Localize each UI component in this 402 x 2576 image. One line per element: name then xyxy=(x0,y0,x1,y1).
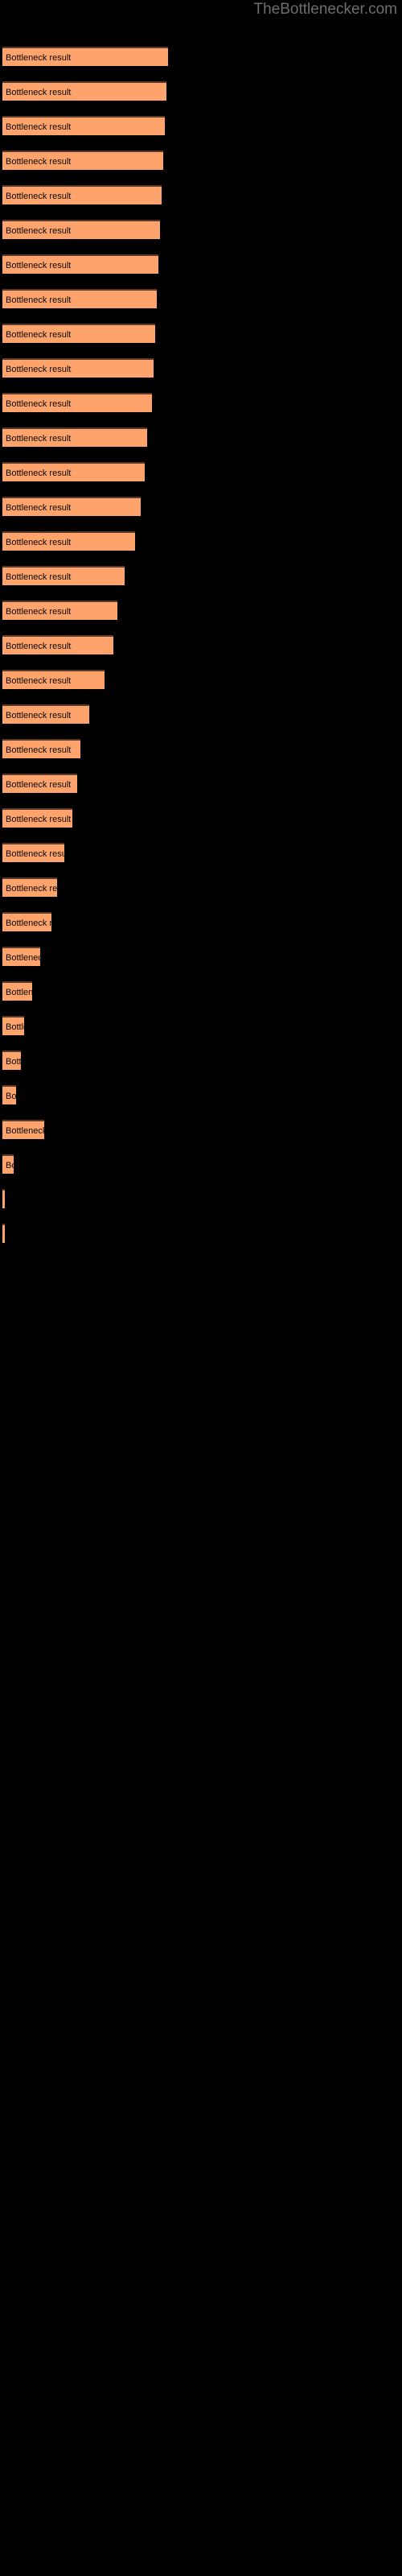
bar-label: Bottleneck result xyxy=(6,815,72,824)
bar-label: Bottleneck result xyxy=(6,157,72,167)
bar[interactable]: Bottleneck result xyxy=(2,47,168,66)
bar[interactable]: Bottleneck result xyxy=(2,1224,5,1243)
bar[interactable]: Bottleneck result xyxy=(2,635,113,654)
bar-label: Bottleneck result xyxy=(6,434,72,444)
bar[interactable]: Bottleneck result xyxy=(2,1016,24,1035)
bar[interactable]: Bottleneck result xyxy=(2,601,117,620)
bar[interactable]: Bottleneck result xyxy=(2,1154,14,1174)
bar-label: Bottleneck result xyxy=(6,607,72,617)
bar-label: Bottleneck result xyxy=(6,1161,14,1170)
bar[interactable]: Bottleneck result xyxy=(2,358,154,378)
bar-label: Bottleneck result xyxy=(6,572,72,582)
bar[interactable]: Bottleneck result xyxy=(2,808,72,828)
bottleneck-bar-chart: Bottleneck result Bottleneck result Bottle… xyxy=(0,0,402,2576)
bar-label: Bottleneck result xyxy=(6,538,72,547)
bar-label: Bottleneck result xyxy=(6,849,64,859)
bar[interactable]: Bottleneck result xyxy=(2,531,135,551)
bar-label: Bottleneck result xyxy=(6,399,72,409)
bar[interactable]: Bottleneck result xyxy=(2,427,147,447)
bar-label: Bottleneck result xyxy=(6,988,32,997)
bar[interactable]: Bottleneck result xyxy=(2,324,155,343)
bar[interactable]: Bottleneck result xyxy=(2,289,157,308)
bar[interactable]: Bottleneck result xyxy=(2,116,165,135)
bar[interactable]: Bottleneck result xyxy=(2,254,158,274)
bar[interactable]: Bottleneck result xyxy=(2,1085,16,1104)
bar-label: Bottleneck result xyxy=(6,1022,24,1032)
bar[interactable]: Bottleneck result xyxy=(2,81,166,101)
bar-label: Bottleneck result xyxy=(6,919,51,928)
bar[interactable]: Bottleneck result xyxy=(2,393,152,412)
bar[interactable]: Bottleneck result xyxy=(2,774,77,793)
bar[interactable]: Bottleneck result xyxy=(2,1189,5,1208)
bar[interactable]: Bottleneck result xyxy=(2,947,40,966)
bar-label: Bottleneck result xyxy=(6,469,72,478)
bar-label: Bottleneck result xyxy=(6,1092,16,1101)
bar-label: Bottleneck result xyxy=(6,53,72,63)
bar-label: Bottleneck result xyxy=(6,122,72,132)
bar[interactable]: Bottleneck result xyxy=(2,462,145,481)
bar-label: Bottleneck result xyxy=(6,884,57,894)
bar-label: Bottleneck result xyxy=(6,676,72,686)
bar-label: Bottleneck result xyxy=(6,261,72,270)
bar[interactable]: Bottleneck result xyxy=(2,220,160,239)
bar-label: Bottleneck result xyxy=(6,745,72,755)
bar[interactable]: Bottleneck result xyxy=(2,843,64,862)
bar[interactable]: Bottleneck result xyxy=(2,566,125,585)
bar-label: Bottleneck result xyxy=(6,1126,44,1136)
bar-label: Bottleneck result xyxy=(6,953,40,963)
bar[interactable]: Bottleneck result xyxy=(2,1051,21,1070)
bar-label: Bottleneck result xyxy=(6,192,72,201)
bar[interactable]: Bottleneck result xyxy=(2,877,57,897)
bar[interactable]: Bottleneck result xyxy=(2,151,163,170)
bar-label: Bottleneck result xyxy=(6,780,72,790)
bar-label: Bottleneck result xyxy=(6,365,72,374)
bar[interactable]: Bottleneck result xyxy=(2,1120,44,1139)
bar[interactable]: Bottleneck result xyxy=(2,912,51,931)
bar-label: Bottleneck result xyxy=(6,711,72,720)
bar[interactable]: Bottleneck result xyxy=(2,739,80,758)
bar[interactable]: Bottleneck result xyxy=(2,185,162,204)
bar-label: Bottleneck result xyxy=(6,503,72,513)
bar-label: Bottleneck result xyxy=(6,642,72,651)
bar[interactable]: Bottleneck result xyxy=(2,981,32,1001)
bar[interactable]: Bottleneck result xyxy=(2,670,105,689)
bar-label: Bottleneck result xyxy=(6,88,72,97)
bar[interactable]: Bottleneck result xyxy=(2,497,141,516)
bar[interactable]: Bottleneck result xyxy=(2,704,89,724)
bar-label: Bottleneck result xyxy=(6,1057,21,1067)
bar-label: Bottleneck result xyxy=(6,226,72,236)
bar-label: Bottleneck result xyxy=(6,295,72,305)
bar-label: Bottleneck result xyxy=(6,330,72,340)
